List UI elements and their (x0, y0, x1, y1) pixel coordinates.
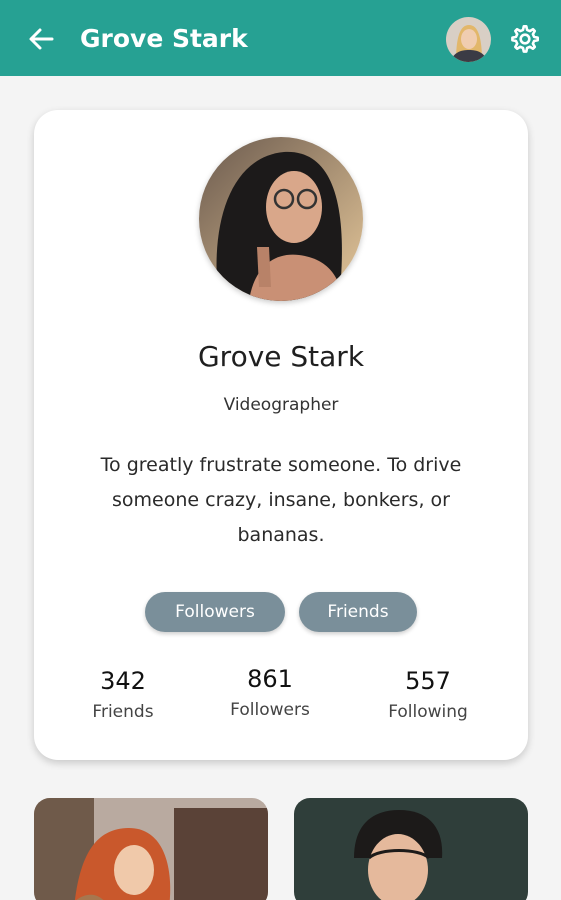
gear-icon[interactable] (510, 24, 540, 54)
stat-followers-label: Followers (230, 700, 310, 720)
arrow-left-icon[interactable] (24, 22, 58, 56)
stat-followers: 861 Followers (195, 664, 345, 720)
stat-following-label: Following (388, 702, 468, 722)
stat-friends-label: Friends (92, 702, 154, 722)
stat-friends-value: 342 (100, 667, 146, 695)
profile-role: Videographer (223, 395, 339, 415)
user-avatar[interactable] (446, 17, 491, 62)
gallery-photo-woman[interactable] (34, 798, 268, 900)
friends-button[interactable]: Friends (299, 592, 417, 632)
followers-button[interactable]: Followers (145, 592, 285, 632)
stat-followers-value: 861 (247, 665, 293, 693)
stat-friends: 342 Friends (48, 666, 198, 722)
profile-card: Grove Stark Videographer To greatly frus… (34, 110, 528, 760)
stat-following-value: 557 (405, 667, 451, 695)
profile-bio: To greatly frustrate someone. To drive s… (100, 454, 462, 546)
profile-avatar (199, 137, 363, 301)
app-bar: Grove Stark (0, 0, 561, 76)
gallery-photo-man[interactable] (294, 798, 528, 900)
stat-following: 557 Following (353, 666, 503, 722)
app-title: Grove Stark (80, 24, 248, 53)
profile-name: Grove Stark (197, 340, 365, 373)
